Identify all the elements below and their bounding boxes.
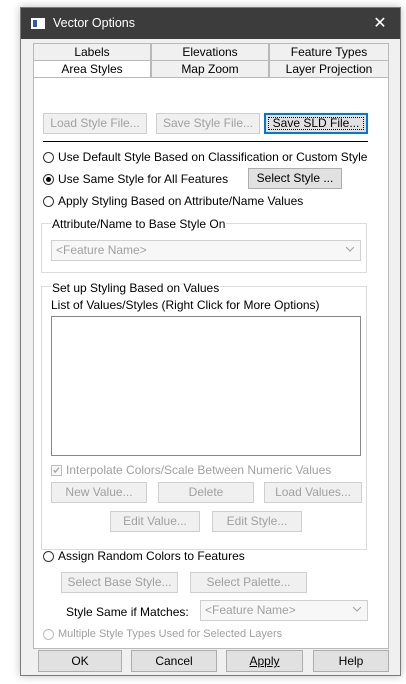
- title-bar: Vector Options ✕: [21, 8, 400, 39]
- close-button[interactable]: ✕: [360, 8, 400, 39]
- match-select-value: <Feature Name>: [205, 603, 296, 617]
- radio-multiple-styles[interactable]: Multiple Style Types Used for Selected L…: [43, 628, 282, 640]
- tab-row-2: Area Styles Map Zoom Layer Projection: [33, 60, 389, 77]
- radio-default-style[interactable]: Use Default Style Based on Classificatio…: [43, 150, 367, 164]
- select-palette-button[interactable]: Select Palette...: [190, 572, 307, 593]
- apply-button[interactable]: Apply: [226, 650, 303, 672]
- values-list[interactable]: [51, 316, 361, 456]
- match-select[interactable]: <Feature Name>: [200, 600, 368, 621]
- radio-random-colors[interactable]: Assign Random Colors to Features: [43, 549, 245, 563]
- edit-style-button[interactable]: Edit Style...: [212, 511, 302, 532]
- attribute-select-value: <Feature Name>: [56, 243, 147, 257]
- radio-random-colors-circle: [43, 550, 54, 562]
- tab-layer-projection[interactable]: Layer Projection: [269, 60, 389, 77]
- edit-value-button[interactable]: Edit Value...: [110, 511, 200, 532]
- radio-attribute-style-circle: [43, 195, 54, 207]
- tab-map-zoom[interactable]: Map Zoom: [151, 60, 269, 77]
- chevron-down-icon: [346, 247, 354, 252]
- ok-button[interactable]: OK: [38, 650, 122, 672]
- interpolate-checkbox-label: Interpolate Colors/Scale Between Numeric…: [66, 463, 332, 477]
- radio-attribute-style[interactable]: Apply Styling Based on Attribute/Name Va…: [43, 194, 303, 208]
- attribute-group-label: Attribute/Name to Base Style On: [51, 217, 227, 231]
- radio-default-style-label: Use Default Style Based on Classificatio…: [58, 150, 368, 164]
- tab-area-styles[interactable]: Area Styles: [33, 60, 151, 77]
- tab-row-1: Labels Elevations Feature Types: [33, 43, 389, 60]
- chevron-down-icon: [353, 607, 361, 612]
- window-title: Vector Options: [53, 16, 135, 30]
- select-style-button[interactable]: Select Style ...: [248, 168, 342, 189]
- radio-same-style-circle: [43, 173, 54, 185]
- attribute-select[interactable]: <Feature Name>: [51, 240, 361, 261]
- divider: [43, 141, 368, 142]
- new-value-button[interactable]: New Value...: [51, 482, 147, 503]
- interpolate-checkbox-box: [51, 464, 62, 476]
- area-styles-panel: Load Style File... Save Style File... Sa…: [33, 77, 389, 649]
- delete-button[interactable]: Delete: [158, 482, 254, 503]
- select-base-style-button[interactable]: Select Base Style...: [61, 572, 178, 593]
- vector-options-dialog: Vector Options ✕ Labels Elevations Featu…: [20, 7, 401, 676]
- radio-default-style-circle: [43, 151, 54, 163]
- load-values-button[interactable]: Load Values...: [264, 482, 362, 503]
- checkmark-icon: [53, 466, 60, 473]
- radio-multiple-styles-label: Multiple Style Types Used for Selected L…: [58, 628, 283, 640]
- radio-random-colors-label: Assign Random Colors to Features: [58, 549, 245, 563]
- load-style-file-button[interactable]: Load Style File...: [43, 113, 147, 134]
- tab-feature-types[interactable]: Feature Types: [269, 43, 389, 60]
- app-icon: [31, 18, 45, 29]
- radio-attribute-style-label: Apply Styling Based on Attribute/Name Va…: [58, 194, 304, 208]
- save-style-file-button[interactable]: Save Style File...: [156, 113, 260, 134]
- tab-elevations[interactable]: Elevations: [151, 43, 269, 60]
- radio-same-style[interactable]: Use Same Style for All Features: [43, 172, 228, 186]
- tab-labels[interactable]: Labels: [33, 43, 151, 60]
- values-list-label: List of Values/Styles (Right Click for M…: [51, 298, 320, 312]
- match-label: Style Same if Matches:: [66, 605, 189, 619]
- radio-multiple-styles-circle: [43, 628, 54, 640]
- values-group-label: Set up Styling Based on Values: [51, 281, 221, 295]
- interpolate-checkbox[interactable]: Interpolate Colors/Scale Between Numeric…: [51, 463, 331, 477]
- apply-button-label: Apply: [249, 654, 280, 668]
- save-sld-file-button[interactable]: Save SLD File...: [264, 113, 368, 134]
- radio-same-style-label: Use Same Style for All Features: [58, 172, 229, 186]
- cancel-button[interactable]: Cancel: [131, 650, 217, 672]
- help-button[interactable]: Help: [313, 650, 389, 672]
